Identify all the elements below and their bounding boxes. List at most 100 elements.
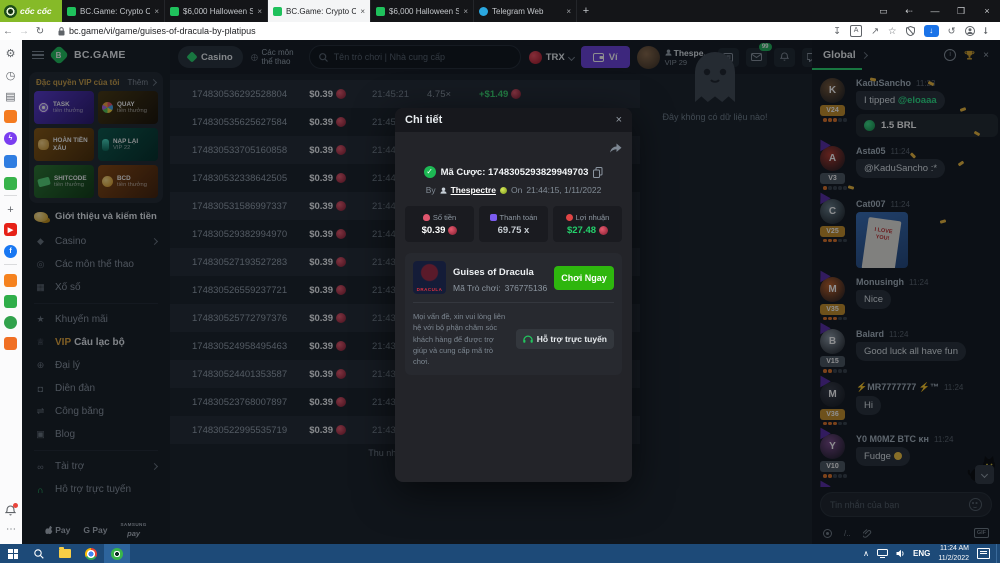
- browser-tab[interactable]: BC.Game: Crypto Casino Gan×: [62, 0, 165, 22]
- profile-icon[interactable]: [965, 26, 975, 36]
- forward-button[interactable]: →: [16, 26, 32, 37]
- pip-icon[interactable]: ▭: [870, 6, 896, 17]
- stat-payout: Thanh toán 69.75 x: [479, 206, 548, 242]
- tab-title: BC.Game: Crypto Casino Gan: [286, 7, 356, 16]
- bet-datetime: 21:44:15, 1/11/2022: [526, 185, 601, 195]
- session-restore-icon[interactable]: ↺: [948, 26, 956, 37]
- action-center-icon[interactable]: [977, 548, 990, 559]
- add-shortcut-icon[interactable]: +: [4, 203, 17, 216]
- url-text[interactable]: bc.game/vi/game/guises-of-dracula-by-pla…: [69, 26, 256, 36]
- player-name-link[interactable]: Thespectre: [451, 185, 496, 195]
- browser-tabbar: cốc cốc BC.Game: Crypto Casino Gan × $6,00…: [0, 0, 1000, 22]
- browser-tab[interactable]: Telegram Web×: [474, 0, 577, 22]
- stat-amount: Số tiền $0.39: [405, 206, 474, 242]
- close-button[interactable]: ×: [974, 6, 1000, 16]
- tab-search-icon[interactable]: ⇠: [896, 6, 922, 17]
- bcgame-favicon-icon: [170, 7, 179, 16]
- bcgame-page: B BC.GAME Đặc quyền VIP của tôi Thêm TAS…: [22, 40, 1000, 544]
- new-tab-button[interactable]: +: [577, 0, 595, 22]
- language-indicator[interactable]: ENG: [913, 549, 930, 558]
- start-button[interactable]: [0, 544, 26, 563]
- browser-tab[interactable]: BC.Game: Crypto Casino Gan ×: [268, 0, 371, 22]
- chat-app-icon[interactable]: [4, 316, 17, 329]
- windows-taskbar: ∧ ENG 11:24 AM11/2/2022: [0, 544, 1000, 563]
- settings-icon[interactable]: ⚙: [4, 47, 17, 60]
- taskbar-clock[interactable]: 11:24 AM11/2/2022: [938, 544, 969, 562]
- back-button[interactable]: ←: [0, 26, 16, 37]
- player-badge-icon: [500, 187, 507, 194]
- tab-title: $6,000 Halloween Slot Battl: [389, 7, 459, 16]
- browser-tab[interactable]: $6,000 Halloween Slot Battl ×: [371, 0, 474, 22]
- coccoc-brand[interactable]: cốc cốc: [0, 0, 62, 22]
- headset-icon: [523, 335, 533, 344]
- share-icon[interactable]: ↗: [871, 26, 879, 37]
- window-controls: ▭ ⇠ — ❒ ×: [870, 0, 1000, 22]
- zalo-icon[interactable]: [4, 155, 17, 168]
- close-tab-icon[interactable]: ×: [463, 7, 468, 16]
- bcgame-favicon-icon: [67, 7, 76, 16]
- tab-strip: BC.Game: Crypto Casino Gan × $6,000 Hallow…: [62, 0, 577, 22]
- verified-check-icon: ✓: [424, 166, 436, 178]
- browser-tab[interactable]: $6,000 Halloween Slot Battl×: [165, 0, 268, 22]
- network-icon[interactable]: [877, 549, 888, 558]
- bookmark-star-icon[interactable]: ☆: [888, 26, 897, 37]
- coccoc-logo-icon: [4, 5, 17, 18]
- minimize-button[interactable]: —: [922, 6, 948, 16]
- bet-id-text: Mã Cược: 1748305293829949703: [441, 167, 589, 178]
- chrome-button[interactable]: [78, 544, 104, 563]
- stat-profit: Lợi nhuận $27.48: [553, 206, 622, 242]
- reading-list-icon[interactable]: ▤: [4, 90, 17, 103]
- adblock-shield-icon[interactable]: [906, 26, 915, 36]
- games-icon[interactable]: [4, 177, 17, 190]
- close-tab-icon[interactable]: ×: [154, 7, 159, 16]
- strip-divider: [4, 264, 17, 265]
- facebook-icon[interactable]: f: [4, 245, 17, 258]
- game-card: DRACULA Guises of Dracula Mã Trò chơi:37…: [405, 253, 622, 375]
- amount-icon: [423, 214, 430, 221]
- close-tab-icon[interactable]: ×: [360, 7, 365, 16]
- close-tab-icon[interactable]: ×: [257, 7, 262, 16]
- support-note: Mọi vấn đề, xin vui lòng liên hệ với bộ …: [413, 311, 508, 367]
- messenger-icon[interactable]: ϟ: [4, 132, 17, 145]
- coccoc-taskbar-button[interactable]: [104, 544, 130, 563]
- payout-icon: [490, 214, 497, 221]
- address-bar: ← → ↻ bc.game/vi/game/guises-of-dracula-…: [0, 22, 1000, 41]
- live-support-button[interactable]: Hỗ trợ trực tuyến: [516, 329, 614, 349]
- lock-icon: [58, 27, 65, 36]
- modal-close-icon[interactable]: ×: [616, 114, 622, 126]
- download-button[interactable]: ↓: [924, 25, 939, 37]
- tray-expand-icon[interactable]: ∧: [863, 549, 869, 558]
- telegram-favicon-icon: [479, 7, 488, 16]
- bet-stats: Số tiền $0.39 Thanh toán 69.75 x Lợi nhu…: [405, 206, 622, 242]
- bcgame-favicon-icon: [376, 7, 385, 16]
- save-page-icon[interactable]: ↧: [833, 26, 841, 37]
- by-label: By: [426, 185, 436, 195]
- player-icon: [440, 187, 447, 194]
- close-tab-icon[interactable]: ×: [566, 7, 571, 16]
- tiki-icon[interactable]: [4, 274, 17, 287]
- gift-icon[interactable]: [4, 295, 17, 308]
- on-label: On: [511, 185, 522, 195]
- translate-icon[interactable]: A: [850, 25, 862, 37]
- volume-icon[interactable]: [896, 549, 905, 558]
- game-thumbnail[interactable]: DRACULA: [413, 261, 446, 294]
- play-now-button[interactable]: Chơi Ngay: [554, 266, 614, 290]
- share-bet-icon[interactable]: [608, 141, 622, 153]
- coin-icon: [599, 226, 608, 235]
- toolbar-icons: ↧ A ↗ ☆ ↓ ↺ ⭣: [833, 25, 1000, 37]
- downloads-tray-icon[interactable]: ⭣: [984, 26, 988, 37]
- coccoc-brand-name: cốc cốc: [20, 6, 52, 16]
- history-icon[interactable]: ◷: [4, 69, 17, 82]
- file-explorer-button[interactable]: [52, 544, 78, 563]
- youtube-icon[interactable]: ▶: [4, 223, 17, 236]
- notifications-bell-icon[interactable]: [5, 505, 16, 517]
- show-desktop-button[interactable]: [996, 544, 1000, 563]
- taskbar-search-button[interactable]: [26, 544, 52, 563]
- more-options-icon[interactable]: ⋯: [0, 524, 22, 535]
- cart-icon[interactable]: [4, 337, 17, 350]
- copy-icon[interactable]: [593, 167, 603, 178]
- maximize-button[interactable]: ❒: [948, 6, 974, 17]
- bet-details-modal: Chi tiết × ✓ Mã Cược: 174830529382994970…: [395, 108, 632, 482]
- hot-trending-icon[interactable]: [4, 110, 17, 123]
- reload-button[interactable]: ↻: [32, 26, 48, 37]
